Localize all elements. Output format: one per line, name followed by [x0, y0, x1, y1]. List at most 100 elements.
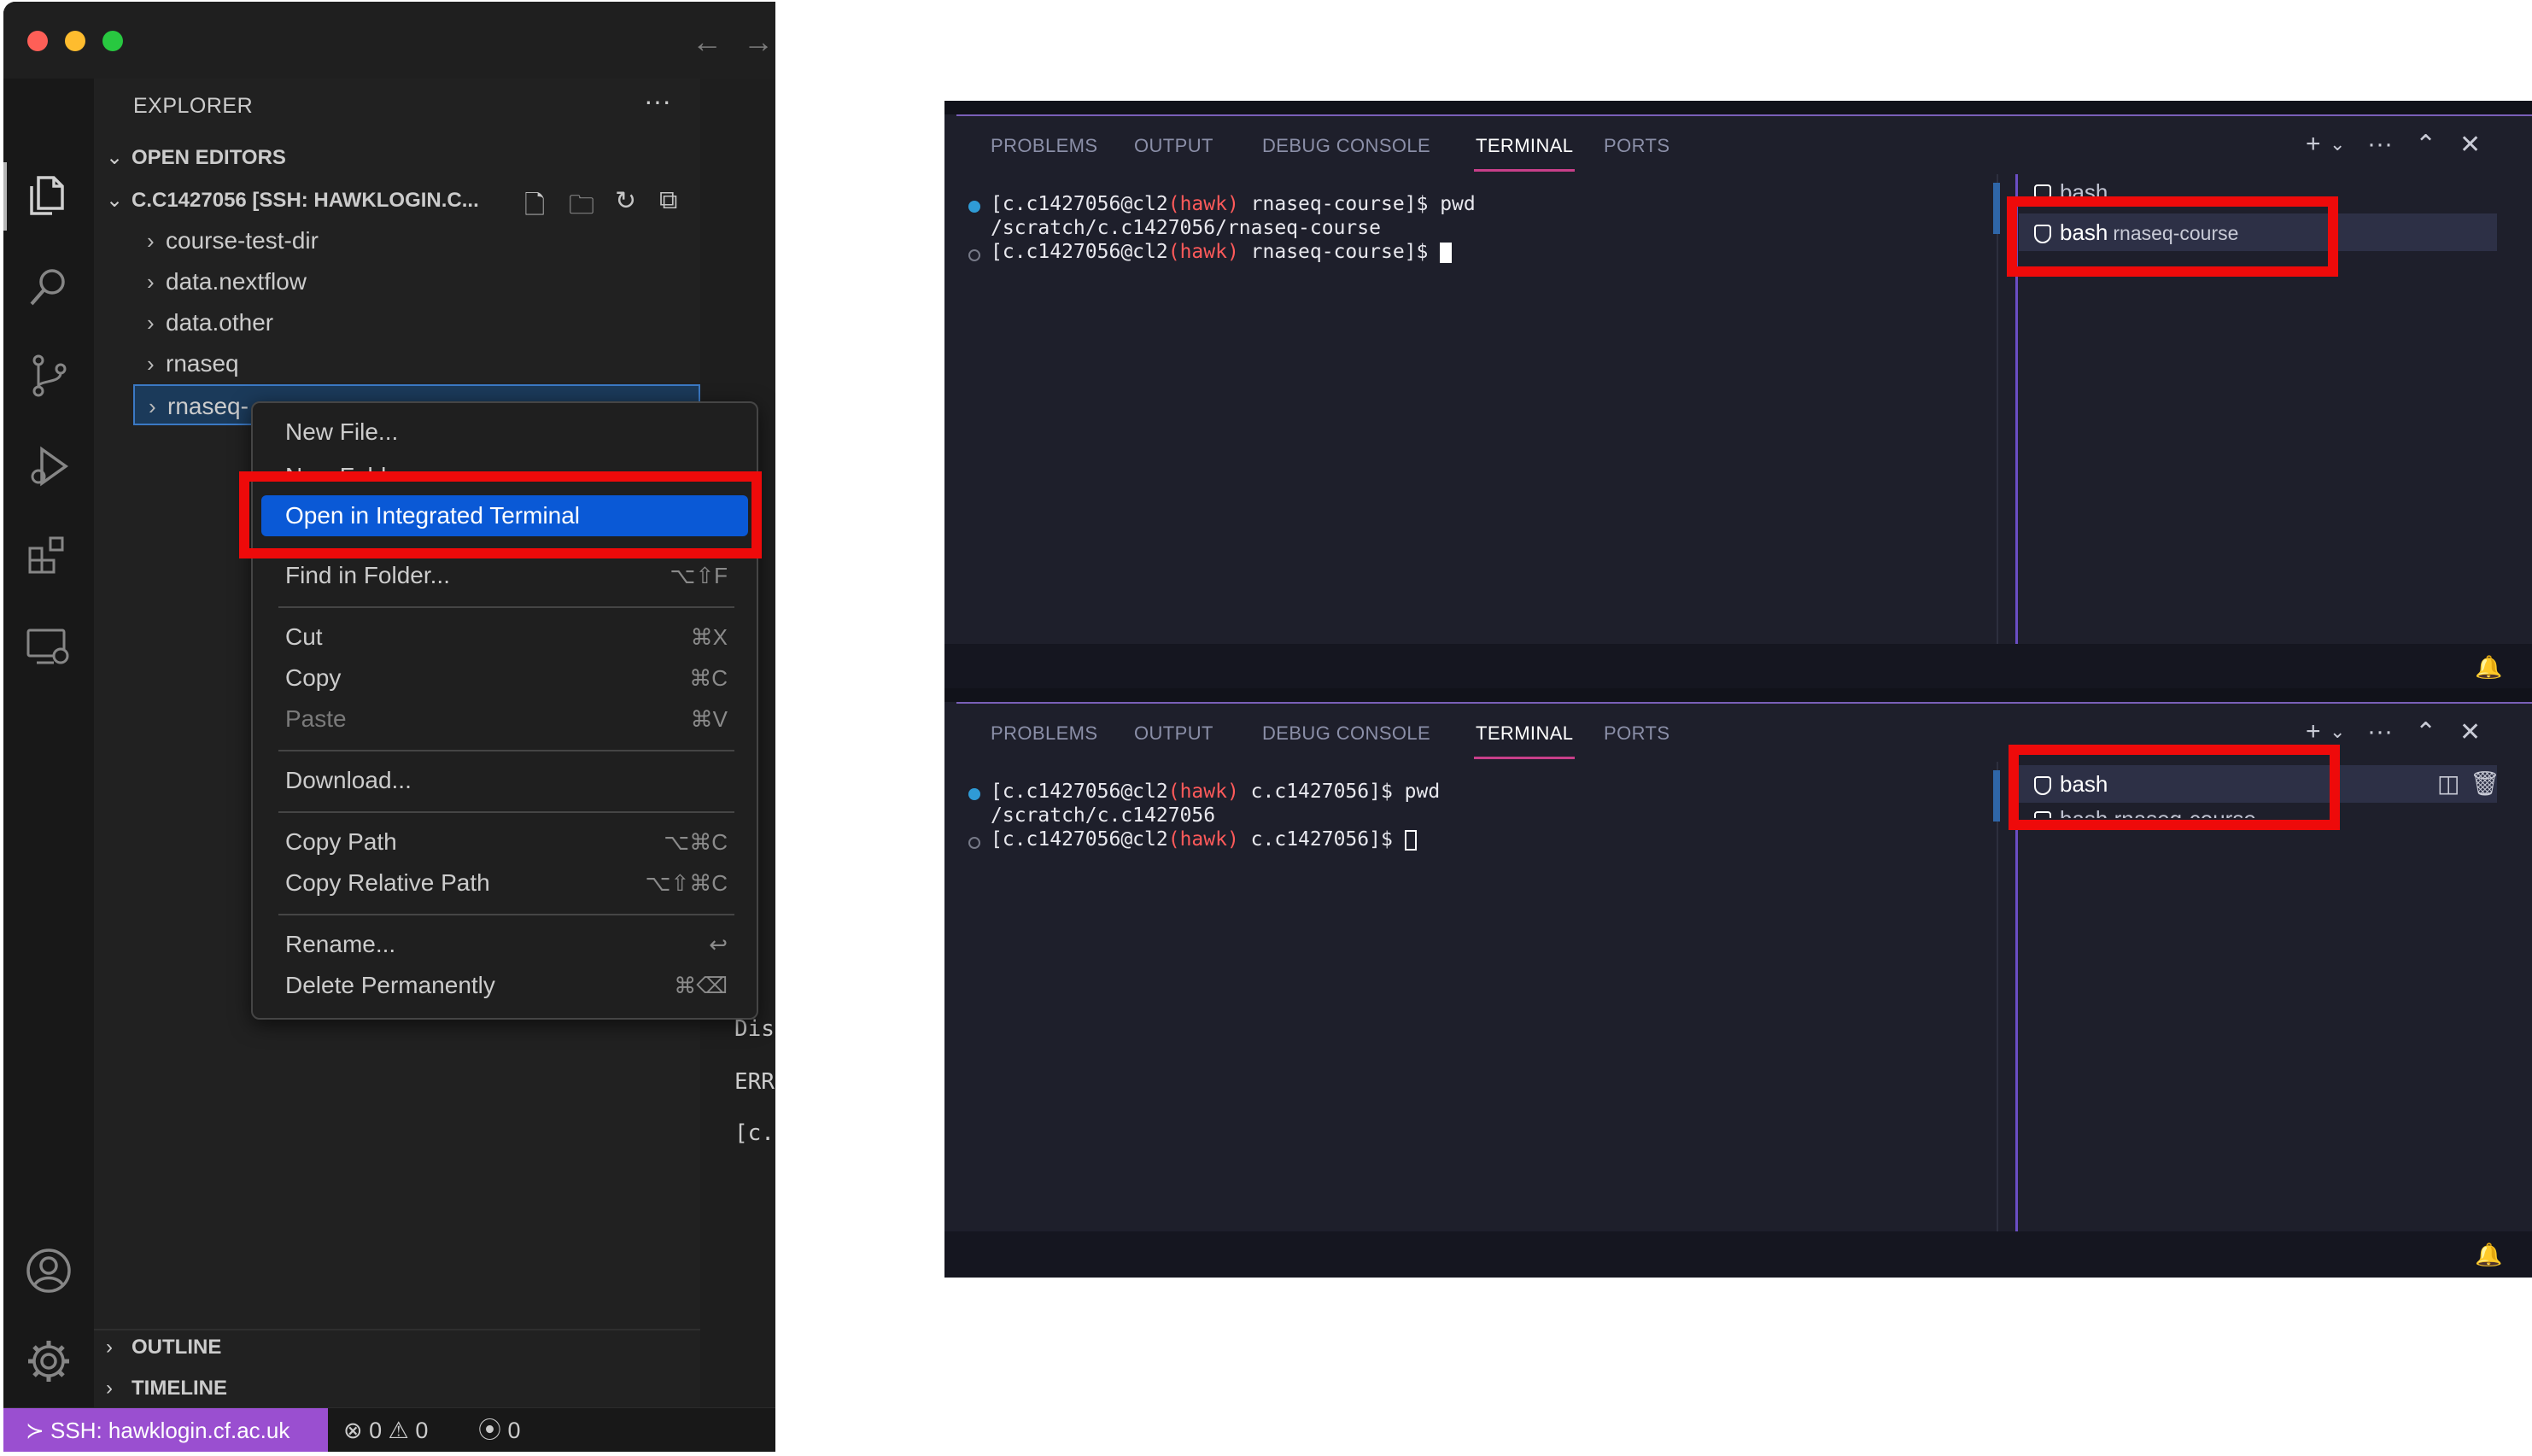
open-editors-label: OPEN EDITORS [132, 146, 286, 169]
terminal-line: [c.c1427056@cl2(hawk) c.c1427056]$ [991, 828, 1417, 851]
back-arrow-icon[interactable]: ← [692, 24, 722, 60]
chevron-down-icon[interactable]: ⌄ [2330, 721, 2345, 743]
active-indicator [3, 162, 7, 231]
terminal-panel-1: PROBLEMS OUTPUT DEBUG CONSOLE TERMINAL P… [944, 101, 2532, 690]
remote-explorer-icon[interactable] [23, 620, 74, 671]
chevron-right-icon: › [106, 1377, 113, 1400]
menu-item-copy[interactable]: Copy ⌘C [261, 658, 748, 699]
chevron-right-icon: › [147, 269, 155, 295]
files-icon[interactable] [23, 169, 74, 220]
menu-item-delete-permanently[interactable]: Delete Permanently ⌘⌫ [261, 965, 748, 1006]
split-terminal-icon[interactable]: ◫ [2437, 765, 2459, 803]
close-panel-icon[interactable]: ✕ [2459, 717, 2481, 747]
tree-item-data-other[interactable]: › data.other [133, 302, 700, 343]
tab-problems[interactable]: PROBLEMS [991, 722, 1097, 745]
prompt-host: (hawk) [1167, 193, 1239, 215]
bell-icon[interactable]: 🔔 [2475, 1242, 2502, 1268]
folder-toolbar: 🗋 🗀 ↻ ⧉ [524, 186, 721, 220]
terminal-cursor [1404, 829, 1417, 851]
error-icon: ⊗ [343, 1418, 370, 1443]
open-editors-section[interactable]: ⌄ OPEN EDITORS [106, 145, 286, 170]
tab-terminal[interactable]: TERMINAL [1476, 722, 1573, 745]
shortcut-label: ⌘X [690, 624, 728, 650]
scrollbar-thumb[interactable] [1993, 183, 2000, 234]
menu-item-label: Rename... [285, 931, 396, 957]
ports-indicator[interactable]: ⦿ 0 [478, 1408, 521, 1452]
new-terminal-icon[interactable]: + [2306, 130, 2321, 159]
window-minimize-button[interactable] [65, 31, 85, 51]
prompt-host: (hawk) [1167, 828, 1239, 851]
source-control-icon[interactable] [23, 350, 74, 401]
tab-output[interactable]: OUTPUT [1134, 135, 1213, 157]
close-panel-icon[interactable]: ✕ [2459, 130, 2481, 160]
search-icon[interactable] [23, 261, 74, 313]
remote-icon: ≻ [26, 1418, 51, 1443]
trash-icon[interactable]: 🗑 [2470, 765, 2500, 803]
terminal-list-item-bash[interactable]: bash [2034, 179, 2108, 198]
terminal-body[interactable]: [c.c1427056@cl2(hawk) c.c1427056]$ pwd /… [956, 767, 2519, 1225]
chevron-down-icon[interactable]: ⌄ [2330, 133, 2345, 155]
terminal-line: [c.c1427056@cl2(hawk) rnaseq-course]$ [991, 241, 1453, 263]
shortcut-label: ⌥⇧⌘C [645, 870, 728, 896]
bell-icon[interactable]: 🔔 [2475, 654, 2502, 681]
remote-ssh-indicator[interactable]: ≻ SSH: hawklogin.cf.ac.uk [3, 1408, 328, 1452]
window-close-button[interactable] [27, 31, 48, 51]
panel-bottom-bar: 🔔 [944, 644, 2532, 690]
menu-item-rename[interactable]: Rename... ↩ [261, 924, 748, 965]
run-debug-icon[interactable] [23, 441, 74, 492]
menu-item-cut[interactable]: Cut ⌘X [261, 617, 748, 658]
workspace-folder-section[interactable]: ⌄ C.C1427056 [SSH: HAWKLOGIN.C... [106, 188, 482, 213]
tab-problems[interactable]: PROBLEMS [991, 135, 1097, 157]
menu-item-download[interactable]: Download... [261, 760, 748, 801]
menu-separator [278, 811, 734, 813]
chevron-right-icon: › [106, 1336, 113, 1359]
active-tab-underline [1474, 169, 1575, 172]
tree-item-data-nextflow[interactable]: › data.nextflow [133, 261, 700, 302]
screenshot-root: ← → EXPLORER ··· ⌄ OPEN EDITORS ⌄ C.C142… [0, 0, 2532, 1456]
prompt-user: [c.c1427056@cl2 [991, 781, 1168, 803]
outline-label: OUTLINE [132, 1336, 222, 1359]
tab-debug-console[interactable]: DEBUG CONSOLE [1262, 135, 1430, 157]
timeline-section[interactable]: › TIMELINE [106, 1377, 227, 1400]
menu-item-new-file[interactable]: New File... [261, 412, 748, 453]
more-actions-icon[interactable]: ··· [2367, 130, 2393, 159]
collapse-all-icon[interactable]: ⧉ [659, 186, 677, 215]
editor-peek-line: ERR [734, 1069, 775, 1095]
prompt-command: c.c1427056]$ pwd [1238, 781, 1441, 803]
forward-arrow-icon[interactable]: → [743, 24, 774, 60]
more-actions-icon[interactable]: ··· [2367, 717, 2393, 746]
new-terminal-icon[interactable]: + [2306, 717, 2321, 746]
tree-item-rnaseq[interactable]: › rnaseq [133, 343, 700, 384]
tab-terminal[interactable]: TERMINAL [1476, 135, 1573, 157]
tree-item-label: rnaseq- [167, 393, 249, 419]
outline-section[interactable]: › OUTLINE [106, 1336, 221, 1360]
explorer-title: EXPLORER [133, 94, 254, 118]
extensions-icon[interactable] [23, 529, 74, 581]
menu-item-label: Download... [285, 767, 412, 793]
settings-gear-icon[interactable] [23, 1336, 74, 1387]
active-tab-underline [1474, 757, 1575, 759]
tree-item-course-test-dir[interactable]: › course-test-dir [133, 220, 700, 261]
tree-item-label: data.other [166, 309, 274, 336]
tab-ports[interactable]: PORTS [1604, 722, 1669, 745]
maximize-panel-icon[interactable]: ⌃ [2415, 717, 2436, 747]
menu-item-copy-relative-path[interactable]: Copy Relative Path ⌥⇧⌘C [261, 862, 748, 903]
more-actions-icon[interactable]: ··· [644, 85, 671, 117]
tab-output[interactable]: OUTPUT [1134, 722, 1213, 745]
menu-item-label: Copy Path [285, 828, 397, 855]
window-maximize-button[interactable] [102, 31, 123, 51]
account-icon[interactable] [23, 1245, 74, 1296]
menu-item-copy-path[interactable]: Copy Path ⌥⌘C [261, 822, 748, 862]
menu-item-find-in-folder[interactable]: Find in Folder... ⌥⇧F [261, 555, 748, 596]
scrollbar-thumb[interactable] [1993, 770, 2000, 822]
problems-indicator[interactable]: ⊗ 0 ⚠ 0 [343, 1408, 428, 1452]
tab-ports[interactable]: PORTS [1604, 135, 1669, 157]
tree-item-label: data.nextflow [166, 268, 307, 295]
section-divider [94, 1329, 700, 1330]
terminal-line: /scratch/c.c1427056/rnaseq-course [991, 217, 1381, 239]
ssh-host-label: SSH: hawklogin.cf.ac.uk [50, 1418, 290, 1443]
prompt-user: [c.c1427056@cl2 [991, 828, 1168, 851]
maximize-panel-icon[interactable]: ⌃ [2415, 130, 2436, 160]
tab-debug-console[interactable]: DEBUG CONSOLE [1262, 722, 1430, 745]
refresh-icon[interactable]: ↻ [615, 186, 636, 216]
